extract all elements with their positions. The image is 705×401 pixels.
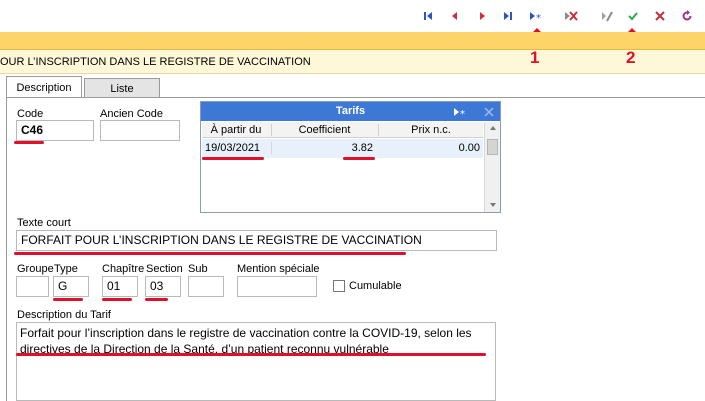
groupe-label: Groupe xyxy=(17,263,54,275)
tab-description[interactable]: Description xyxy=(6,76,82,98)
window-title-bar: OUR L’INSCRIPTION DANS LE REGISTRE DE VA… xyxy=(0,50,705,74)
cell-date: 19/03/2021 xyxy=(205,142,261,154)
annotation-underline-description xyxy=(16,353,486,356)
scroll-up-icon[interactable] xyxy=(489,125,497,131)
type-label: Type xyxy=(54,263,78,275)
previous-record-button[interactable] xyxy=(445,6,465,26)
ancien-code-label: Ancien Code xyxy=(100,108,163,120)
last-record-button[interactable] xyxy=(498,6,518,26)
code-label: Code xyxy=(17,108,44,120)
sub-field[interactable] xyxy=(188,276,224,297)
tarifs-scrollbar[interactable] xyxy=(484,122,500,212)
chapitre-field[interactable]: 01 xyxy=(102,276,138,297)
tarifs-column-headers: À partir du Coefficient Prix n.c. xyxy=(202,122,483,138)
table-row[interactable]: 19/03/2021 3.82 0.00 xyxy=(202,139,483,158)
delete-record-button[interactable] xyxy=(561,6,581,26)
ancien-code-field[interactable] xyxy=(100,120,180,141)
texte-court-label: Texte court xyxy=(17,217,71,229)
tab-row: Liste Description xyxy=(0,74,705,98)
section-label: Section xyxy=(146,263,183,275)
refresh-record-button[interactable] xyxy=(677,6,697,26)
new-record-icon: * xyxy=(530,12,541,22)
save-record-button[interactable] xyxy=(623,6,643,26)
code-field[interactable]: C46 xyxy=(16,120,94,141)
description-tarif-textarea[interactable]: Forfait pour l’inscription dans le regis… xyxy=(16,322,496,401)
annotation-underline-code xyxy=(14,141,44,144)
annotation-underline-coefficient xyxy=(343,157,375,160)
window-title: OUR L’INSCRIPTION DANS LE REGISTRE DE VA… xyxy=(0,56,311,68)
cumulable-label: Cumulable xyxy=(349,280,402,292)
check-icon xyxy=(628,12,638,21)
edit-record-button[interactable] xyxy=(597,6,617,26)
last-record-icon xyxy=(504,12,512,20)
annotation-number-2-overlay: 2 xyxy=(626,48,636,67)
svg-text:*: * xyxy=(460,109,465,118)
header-band xyxy=(0,32,705,50)
cell-coefficient: 3.82 xyxy=(271,142,373,154)
scroll-thumb[interactable] xyxy=(487,139,498,155)
section-field[interactable]: 03 xyxy=(145,276,181,297)
mention-speciale-field[interactable] xyxy=(237,276,317,297)
first-record-icon xyxy=(424,12,432,20)
next-record-icon xyxy=(480,12,485,20)
tab-liste[interactable]: Liste xyxy=(84,78,160,98)
close-icon[interactable] xyxy=(484,107,494,117)
cumulable-checkbox[interactable] xyxy=(333,280,345,292)
annotation-underline-texte-court xyxy=(14,252,406,255)
sub-label: Sub xyxy=(188,263,208,275)
svg-text:*: * xyxy=(536,13,541,22)
mention-speciale-label: Mention spéciale xyxy=(237,263,320,275)
first-record-button[interactable] xyxy=(418,6,438,26)
refresh-icon xyxy=(682,10,692,21)
previous-record-icon xyxy=(452,12,457,20)
texte-court-field[interactable]: FORFAIT POUR L’INSCRIPTION DANS LE REGIS… xyxy=(16,230,497,251)
column-header-coefficient[interactable]: Coefficient xyxy=(271,124,377,136)
close-icon xyxy=(655,11,665,21)
cancel-record-button[interactable] xyxy=(650,6,670,26)
scroll-down-icon[interactable] xyxy=(489,202,497,208)
type-field[interactable]: G xyxy=(53,276,89,297)
annotation-underline-date xyxy=(202,157,264,160)
column-header-date[interactable]: À partir du xyxy=(202,124,270,136)
annotation-underline-section xyxy=(145,298,168,301)
next-record-button[interactable] xyxy=(472,6,492,26)
new-record-button[interactable]: * xyxy=(526,6,546,26)
tarifs-header: Tarifs * xyxy=(201,102,500,121)
new-tarif-icon[interactable]: * xyxy=(453,106,469,118)
delete-record-icon xyxy=(565,11,578,21)
annotation-number-1-overlay: 1 xyxy=(530,48,540,67)
column-header-prix[interactable]: Prix n.c. xyxy=(378,124,483,136)
edit-record-icon xyxy=(602,11,613,22)
annotation-underline-type xyxy=(53,298,83,301)
description-tarif-label: Description du Tarif xyxy=(17,309,111,321)
groupe-field[interactable] xyxy=(16,276,49,297)
chapitre-label: Chapître xyxy=(102,263,145,275)
toolbar: * xyxy=(0,0,705,32)
annotation-underline-chapitre xyxy=(102,298,132,301)
cell-prix: 0.00 xyxy=(458,142,480,154)
